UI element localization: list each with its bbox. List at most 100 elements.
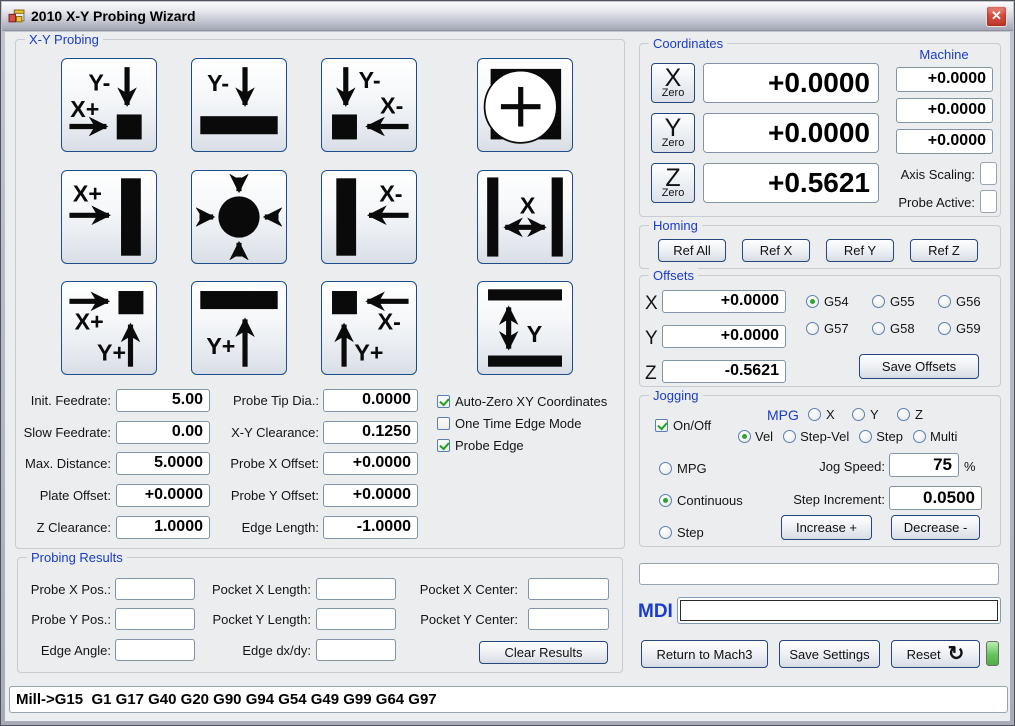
plate-offset-label: Plate Offset: (39, 488, 111, 503)
x-zero-button[interactable]: X Zero (651, 63, 695, 103)
ref-all-button[interactable]: Ref All (658, 239, 726, 262)
probe-boss-center-icon (483, 68, 562, 144)
max-distance-field[interactable]: 5.0000 (116, 452, 210, 475)
probe-edge-xminus-button[interactable]: X- (321, 170, 417, 264)
probe-active-indicator (980, 190, 997, 213)
probe-boss-center-button[interactable] (477, 58, 573, 152)
mpg-y-radio[interactable] (852, 408, 865, 421)
probe-pocket-center-icon (196, 174, 282, 260)
vel-radio[interactable] (738, 430, 751, 443)
one-time-edge-label: One Time Edge Mode (455, 416, 582, 431)
xy-clearance-field[interactable]: 0.1250 (323, 421, 418, 444)
max-distance-label: Max. Distance: (25, 456, 111, 471)
jogtype-step-radio[interactable] (659, 526, 672, 539)
vel-label: Vel (755, 429, 774, 444)
svg-text:X+: X+ (70, 96, 99, 122)
g59-label: G59 (956, 321, 981, 336)
pocket-y-center-field[interactable] (528, 608, 609, 630)
jogtype-mpg-radio[interactable] (659, 462, 672, 475)
ref-y-button[interactable]: Ref Y (826, 239, 894, 262)
g57-radio[interactable] (806, 322, 819, 335)
save-offsets-button[interactable]: Save Offsets (859, 354, 979, 379)
svg-text:Y+: Y+ (97, 340, 126, 366)
plate-offset-field[interactable]: +0.0000 (116, 484, 210, 507)
z-zero-button[interactable]: Z Zero (651, 163, 695, 203)
jogtype-continuous-radio[interactable] (659, 494, 672, 507)
g54-label: G54 (824, 294, 849, 309)
ref-x-button[interactable]: Ref X (742, 239, 810, 262)
probe-edge-yplus-button[interactable]: Y+ (191, 281, 287, 375)
offset-y-field[interactable]: +0.0000 (662, 325, 786, 348)
one-time-edge-checkbox[interactable] (437, 417, 450, 430)
g59-radio[interactable] (938, 322, 951, 335)
message-field[interactable] (639, 563, 999, 585)
auto-zero-xy-checkbox[interactable] (437, 395, 450, 408)
jog-speed-field[interactable]: 75 (889, 453, 959, 477)
reset-button[interactable]: Reset ↻ (891, 640, 980, 668)
z-dro[interactable]: +0.5621 (703, 163, 879, 203)
offset-x-field[interactable]: +0.0000 (662, 290, 786, 313)
probe-edge-xplus-button[interactable]: X+ (61, 170, 157, 264)
increase-button[interactable]: Increase + (781, 515, 872, 540)
mpg-z-radio[interactable] (897, 408, 910, 421)
step-increment-field[interactable]: 0.0500 (889, 486, 982, 510)
close-button[interactable]: ✕ (986, 5, 1007, 27)
mpg-x-radio[interactable] (808, 408, 821, 421)
mdi-input[interactable] (680, 600, 998, 621)
probe-corner-xminus-yplus-button[interactable]: X- Y+ (321, 281, 417, 375)
pocket-x-length-field[interactable] (316, 578, 396, 600)
probe-pocket-center-button[interactable] (191, 170, 287, 264)
offset-z-field[interactable]: -0.5621 (662, 360, 786, 383)
pocket-x-length-label: Pocket X Length: (211, 582, 311, 597)
mdi-input-frame (677, 597, 1001, 624)
multi-radio[interactable] (912, 430, 926, 443)
x-dro[interactable]: +0.0000 (703, 63, 879, 103)
pocket-y-length-field[interactable] (316, 608, 396, 630)
svg-text:X+: X+ (75, 309, 104, 335)
g56-label: G56 (956, 294, 981, 309)
init-feedrate-field[interactable]: 5.00 (116, 389, 210, 412)
g55-label: G55 (890, 294, 915, 309)
probe-slot-x-button[interactable]: X (477, 170, 573, 264)
pocket-x-center-field[interactable] (528, 578, 609, 600)
probe-y-offset-label: Probe Y Offset: (230, 488, 319, 503)
jogtype-mpg-row: MPG (659, 461, 707, 476)
step-vel-radio[interactable] (783, 430, 797, 443)
g54-radio[interactable] (806, 295, 819, 308)
g59-row: G59 (938, 321, 981, 336)
edge-dxdy-field[interactable] (316, 639, 396, 661)
step-vel-label: Step-Vel (800, 429, 850, 444)
z-clearance-field[interactable]: 1.0000 (116, 516, 210, 539)
ref-z-button[interactable]: Ref Z (910, 239, 978, 262)
probe-corner-xplus-yplus-button[interactable]: X+ Y+ (61, 281, 157, 375)
clear-results-button[interactable]: Clear Results (479, 641, 608, 664)
probe-tip-dia-field[interactable]: 0.0000 (323, 389, 418, 412)
jog-onoff-checkbox[interactable] (655, 419, 668, 432)
y-zero-button[interactable]: Y Zero (651, 113, 695, 153)
g55-radio[interactable] (872, 295, 885, 308)
probe-y-pos-field[interactable] (115, 608, 195, 630)
probe-edge-yminus-button[interactable]: Y- (191, 58, 287, 152)
probe-corner-xminus-yminus-button[interactable]: Y- X- (321, 58, 417, 152)
jog-speed-unit: % (964, 459, 976, 474)
edge-length-field[interactable]: -1.0000 (323, 516, 418, 539)
probe-edge-checkbox[interactable] (437, 439, 450, 452)
decrease-button[interactable]: Decrease - (891, 515, 980, 540)
xy-clearance-label: X-Y Clearance: (231, 425, 319, 440)
probe-slot-y-button[interactable]: Y (477, 281, 573, 375)
save-settings-button[interactable]: Save Settings (779, 640, 880, 668)
slow-feedrate-field[interactable]: 0.00 (116, 421, 210, 444)
probe-edge-label: Probe Edge (455, 438, 524, 453)
edge-angle-field[interactable] (115, 639, 195, 661)
probe-y-offset-field[interactable]: +0.0000 (323, 484, 418, 507)
probe-x-offset-field[interactable]: +0.0000 (323, 452, 418, 475)
y-dro[interactable]: +0.0000 (703, 113, 879, 153)
svg-text:Y-: Y- (207, 70, 229, 96)
probe-corner-xplus-yminus-button[interactable]: Y- X+ (61, 58, 157, 152)
g58-radio[interactable] (872, 322, 885, 335)
probe-x-pos-field[interactable] (115, 578, 195, 600)
machine-y-dro: +0.0000 (896, 98, 993, 123)
return-to-mach3-button[interactable]: Return to Mach3 (641, 640, 768, 668)
step-mode-radio[interactable] (859, 430, 873, 443)
g56-radio[interactable] (938, 295, 951, 308)
